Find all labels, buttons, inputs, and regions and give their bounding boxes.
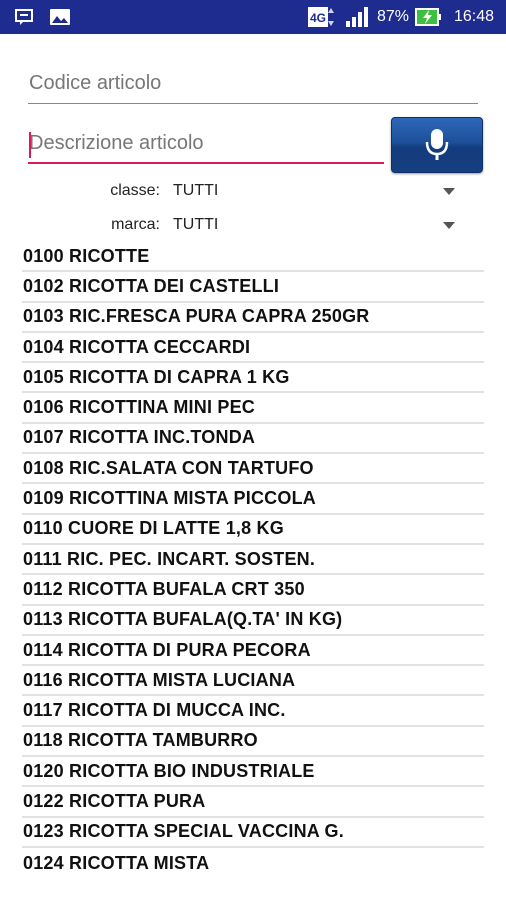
chevron-down-icon [443,188,455,195]
network-4g-icon: 4G [307,0,337,34]
list-item-label: 0100 RICOTTE [23,245,150,266]
classe-dropdown[interactable]: TUTTI [168,176,464,206]
list-item-label: 0116 RICOTTA MISTA LUCIANA [23,669,296,690]
list-item[interactable]: 0102 RICOTTA DEI CASTELLI [22,272,484,303]
list-item[interactable]: 0104 RICOTTA CECCARDI [22,333,484,364]
list-item[interactable]: 0112 RICOTTA BUFALA CRT 350 [22,575,484,606]
list-item[interactable]: 0106 RICOTTINA MINI PEC [22,393,484,424]
list-item[interactable]: 0117 RICOTTA DI MUCCA INC. [22,696,484,727]
list-item[interactable]: 0113 RICOTTA BUFALA(Q.TA' IN KG) [22,606,484,636]
signal-icon [344,0,370,34]
list-item[interactable]: 0123 RICOTTA SPECIAL VACCINA G. [22,818,484,848]
list-item[interactable]: 0118 RICOTTA TAMBURRO [22,727,484,758]
text-caret [29,132,31,158]
article-list: 0100 RICOTTE 0102 RICOTTA DEI CASTELLI 0… [22,242,484,878]
battery-charging-icon [414,0,444,34]
battery-percent: 87% [377,8,410,25]
list-item-label: 0124 RICOTTA MISTA [23,852,210,873]
code-field[interactable] [28,64,478,104]
list-item[interactable]: 0100 RICOTTE [22,242,484,273]
clock: 16:48 [454,8,495,25]
marca-label: marca: [111,216,160,233]
list-item[interactable]: 0103 RIC.FRESCA PURA CAPRA 250GR [22,303,484,333]
list-item-label: 0103 RIC.FRESCA PURA CAPRA 250GR [23,306,370,327]
notification-icon [14,0,36,34]
list-item-label: 0106 RICOTTINA MINI PEC [23,397,255,418]
list-item[interactable]: 0105 RICOTTA DI CAPRA 1 KG [22,363,484,394]
list-item-label: 0123 RICOTTA SPECIAL VACCINA G. [23,821,344,842]
list-item-label: 0117 RICOTTA DI MUCCA INC. [23,700,286,721]
list-item[interactable]: 0120 RICOTTA BIO INDUSTRIALE [22,757,484,788]
list-item[interactable]: 0124 RICOTTA MISTA [22,848,484,878]
list-item[interactable]: 0108 RIC.SALATA CON TARTUFO [22,454,484,485]
microphone-icon [425,129,449,160]
chevron-down-icon [443,222,455,229]
list-item[interactable]: 0114 RICOTTA DI PURA PECORA [22,636,484,667]
list-item-label: 0104 RICOTTA CECCARDI [23,336,251,357]
list-item[interactable]: 0107 RICOTTA INC.TONDA [22,424,484,455]
list-item-label: 0110 CUORE DI LATTE 1,8 KG [23,518,284,539]
list-item-label: 0114 RICOTTA DI PURA PECORA [23,639,311,660]
classe-value: TUTTI [173,182,219,199]
list-item[interactable]: 0110 CUORE DI LATTE 1,8 KG [22,515,484,545]
classe-label: classe: [110,182,160,199]
list-item[interactable]: 0111 RIC. PEC. INCART. SOSTEN. [22,545,484,576]
list-item[interactable]: 0122 RICOTTA PURA [22,787,484,818]
description-input[interactable] [28,124,384,162]
list-item-label: 0118 RICOTTA TAMBURRO [23,730,258,751]
marca-dropdown[interactable]: TUTTI [168,210,464,240]
list-item[interactable]: 0116 RICOTTA MISTA LUCIANA [22,666,484,697]
list-item[interactable]: 0109 RICOTTINA MISTA PICCOLA [22,484,484,515]
gallery-icon [48,0,72,34]
list-item-label: 0108 RIC.SALATA CON TARTUFO [23,457,314,478]
status-bar: 4G 87% 16:48 [0,0,506,34]
list-item-label: 0112 RICOTTA BUFALA CRT 350 [23,578,305,599]
list-item-label: 0109 RICOTTINA MISTA PICCOLA [23,488,316,509]
marca-value: TUTTI [173,216,219,233]
list-item-label: 0122 RICOTTA PURA [23,790,206,811]
code-input[interactable] [28,64,478,103]
list-item-label: 0102 RICOTTA DEI CASTELLI [23,275,280,296]
list-item-label: 0113 RICOTTA BUFALA(Q.TA' IN KG) [23,609,343,630]
list-item-label: 0107 RICOTTA INC.TONDA [23,427,256,448]
network-label: 4G [310,11,326,25]
description-field[interactable] [28,124,384,164]
list-item-label: 0120 RICOTTA BIO INDUSTRIALE [23,760,315,781]
voice-search-button[interactable] [391,117,483,173]
list-item-label: 0105 RICOTTA DI CAPRA 1 KG [23,366,290,387]
list-item-label: 0111 RIC. PEC. INCART. SOSTEN. [23,548,316,569]
